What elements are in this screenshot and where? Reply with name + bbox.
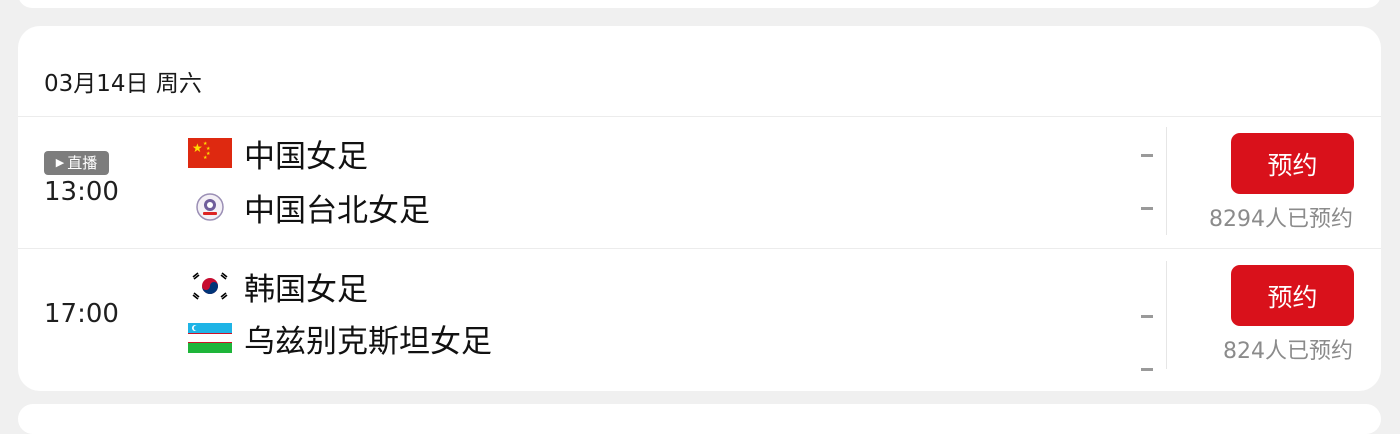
svg-text:★: ★ [192, 141, 203, 155]
match-row[interactable]: ▶ 直播 13:00 ★ ★ ★ ★ ★ 中国女足 中国台北女足 预约 8294… [18, 117, 1381, 249]
team-name: 乌兹别克斯坦女足 [244, 323, 492, 360]
team-name: 韩国女足 [244, 271, 368, 308]
away-team: 乌兹别克斯坦女足 [188, 318, 492, 360]
chinese-taipei-emblem-icon [188, 192, 232, 222]
home-score-dash [1141, 154, 1153, 157]
vertical-divider [1166, 261, 1167, 369]
live-badge-label: 直播 [67, 154, 98, 172]
south-korea-flag-icon [188, 271, 232, 301]
match-time: 17:00 [44, 299, 119, 329]
home-score-dash [1141, 315, 1153, 318]
match-time: 13:00 [44, 177, 119, 207]
reserve-button[interactable]: 预约 [1231, 133, 1354, 194]
team-name: 中国女足 [244, 138, 368, 175]
uzbekistan-flag-icon [188, 323, 232, 353]
play-icon: ▶ [55, 156, 65, 169]
away-score-dash [1141, 207, 1153, 210]
date-header: 03月14日 周六 [44, 71, 202, 97]
live-badge[interactable]: ▶ 直播 [44, 151, 109, 175]
reserve-count: 8294人已预约 [1209, 207, 1353, 232]
match-row[interactable]: 17:00 韩国女足 乌兹别克斯坦女足 预约 824人已预约 [18, 249, 1381, 381]
china-flag-icon: ★ ★ ★ ★ ★ [188, 138, 232, 168]
home-team: 韩国女足 [188, 266, 368, 308]
reserve-count: 824人已预约 [1223, 339, 1353, 364]
vertical-divider [1166, 127, 1167, 235]
schedule-card: 03月14日 周六 ▶ 直播 13:00 ★ ★ ★ ★ ★ 中国女足 中国台北… [18, 26, 1381, 391]
previous-card [18, 0, 1381, 8]
svg-text:★: ★ [203, 155, 208, 161]
team-name: 中国台北女足 [244, 192, 430, 229]
next-card [18, 404, 1381, 434]
away-team: 中国台北女足 [188, 187, 430, 229]
away-score-dash [1141, 368, 1153, 371]
reserve-button[interactable]: 预约 [1231, 265, 1354, 326]
home-team: ★ ★ ★ ★ ★ 中国女足 [188, 133, 368, 175]
